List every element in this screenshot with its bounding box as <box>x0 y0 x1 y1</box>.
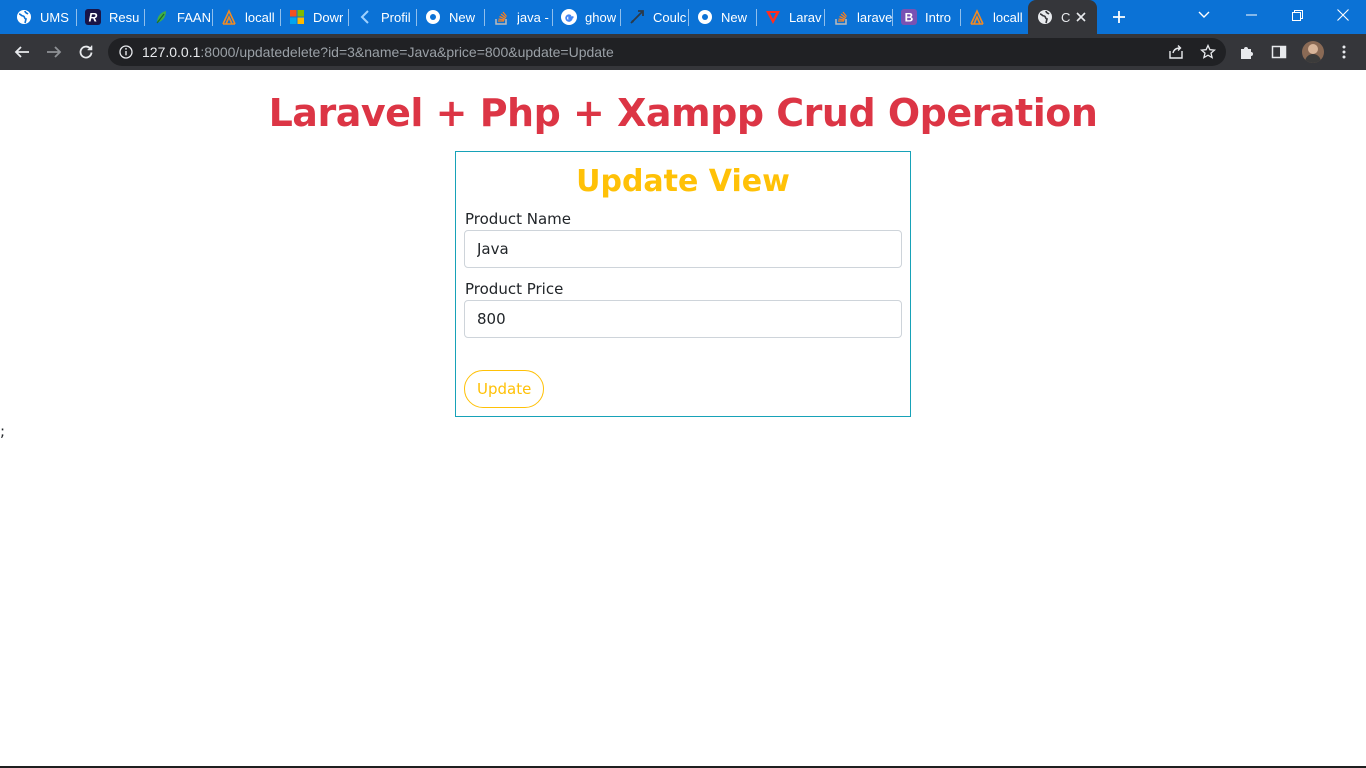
card-title: Update View <box>576 164 790 199</box>
tab-title: locall <box>245 9 275 25</box>
update-button[interactable]: Update <box>464 370 545 408</box>
minimize-icon[interactable] <box>1228 0 1274 30</box>
browser-tab-3[interactable]: FAAN <box>144 0 212 34</box>
browser-tab-15[interactable]: locall <box>960 0 1028 34</box>
close-tab-icon[interactable] <box>1073 9 1089 25</box>
more-menu-icon[interactable] <box>1335 43 1353 61</box>
product-name-input[interactable] <box>464 230 902 268</box>
browser-tab-9[interactable]: ghow <box>552 0 620 34</box>
globe-icon <box>1037 9 1053 25</box>
url-host: 127.0.0.1 <box>142 44 201 60</box>
bootstrap-b-icon: B <box>901 9 917 25</box>
browser-tab-13[interactable]: larave <box>824 0 892 34</box>
svg-text:B: B <box>905 11 914 25</box>
new-tab-button[interactable] <box>1108 6 1130 28</box>
share-icon[interactable] <box>1167 43 1185 61</box>
browser-tab-strip: UMS R Resu FAAN locall Dowr Profil New j… <box>0 0 1366 34</box>
tab-title: Resu <box>109 9 140 25</box>
update-form-card: Update View Product Name Product Price U… <box>455 151 911 417</box>
page-title: Laravel + Php + Xampp Crud Operation <box>268 91 1098 135</box>
site-info-icon[interactable] <box>118 44 134 60</box>
tab-title: Intro <box>925 9 952 25</box>
tab-title: ghow <box>585 9 617 25</box>
resume-r-icon: R <box>85 9 101 25</box>
tab-title: New <box>721 9 748 25</box>
tab-title: FAAN <box>177 9 211 25</box>
chrome-icon <box>697 9 713 25</box>
bracket-c-icon <box>357 9 373 25</box>
product-name-label: Product Name <box>465 210 571 228</box>
extensions-puzzle-icon[interactable] <box>1238 43 1256 61</box>
laravel-icon <box>765 9 781 25</box>
stray-semicolon-text: ; <box>0 422 6 440</box>
back-arrow-icon[interactable] <box>7 37 37 67</box>
product-price-input[interactable] <box>464 300 902 338</box>
svg-text:R: R <box>89 11 98 25</box>
stackoverflow-icon <box>493 9 509 25</box>
tab-title: New <box>449 9 476 25</box>
tab-title: UMS <box>40 9 69 25</box>
close-window-icon[interactable] <box>1320 0 1366 30</box>
google-g-icon <box>561 9 577 25</box>
arrow-feather-icon <box>629 9 645 25</box>
side-panel-icon[interactable] <box>1270 43 1288 61</box>
globe-icon <box>16 9 32 25</box>
browser-tab-11[interactable]: New <box>688 0 756 34</box>
tab-title: Profil <box>381 9 411 25</box>
tab-title: Dowr <box>313 9 344 25</box>
browser-tab-12[interactable]: Larav <box>756 0 824 34</box>
browser-tab-6[interactable]: Profil <box>348 0 416 34</box>
chrome-icon <box>425 9 441 25</box>
forward-arrow-icon[interactable] <box>39 37 69 67</box>
browser-tab-14[interactable]: B Intro <box>892 0 960 34</box>
restore-icon[interactable] <box>1274 0 1320 30</box>
browser-tab-8[interactable]: java - <box>484 0 552 34</box>
browser-tab-2[interactable]: R Resu <box>76 0 144 34</box>
tab-title: larave <box>857 9 892 25</box>
tab-title: Larav <box>789 9 822 25</box>
windows-logo-icon <box>289 9 305 25</box>
product-price-label: Product Price <box>465 280 564 298</box>
browser-tab-5[interactable]: Dowr <box>280 0 348 34</box>
tab-title: locall <box>993 9 1023 25</box>
browser-tab-4[interactable]: locall <box>212 0 280 34</box>
xampp-icon <box>969 9 985 25</box>
reload-icon[interactable] <box>71 37 101 67</box>
browser-tab-1[interactable]: UMS <box>7 0 75 34</box>
xampp-icon <box>221 9 237 25</box>
tab-title: Coulc <box>653 9 687 25</box>
bookmark-star-icon[interactable] <box>1199 43 1217 61</box>
tab-title: C <box>1061 9 1071 25</box>
profile-avatar[interactable] <box>1302 41 1324 63</box>
browser-tab-7[interactable]: New <box>416 0 484 34</box>
tab-title: java - <box>517 9 549 25</box>
leaf-icon <box>153 9 169 25</box>
url-path: :8000/updatedelete?id=3&name=Java&price=… <box>200 44 614 60</box>
stackoverflow-icon <box>833 9 849 25</box>
tab-search-chevron-icon[interactable] <box>1181 0 1227 30</box>
browser-tab-10[interactable]: Coulc <box>620 0 688 34</box>
url-text[interactable]: 127.0.0.1:8000/updatedelete?id=3&name=Ja… <box>142 44 614 60</box>
